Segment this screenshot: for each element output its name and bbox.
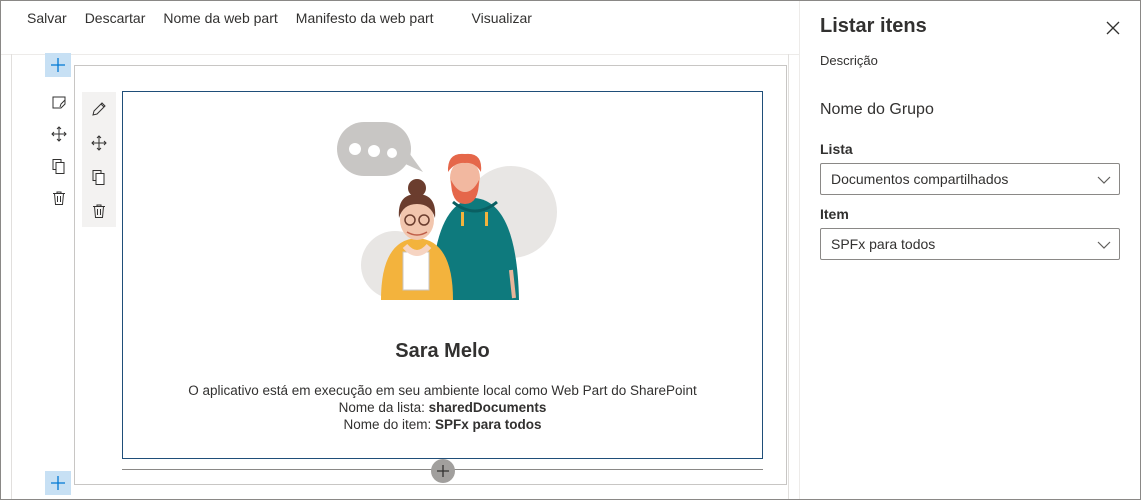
item-field-label: Item [820, 206, 849, 222]
move-icon [51, 126, 67, 142]
item-dropdown[interactable]: SPFx para todos [820, 228, 1120, 260]
move-section-button[interactable] [44, 118, 74, 150]
people-illustration [337, 122, 557, 300]
edit-section-button[interactable] [44, 86, 74, 118]
canvas-left-border [11, 54, 12, 499]
webpart-description: O aplicativo está em execução em seu amb… [123, 382, 762, 433]
webpart-list-line: Nome da lista: sharedDocuments [123, 399, 762, 416]
delete-icon [93, 204, 105, 218]
pane-description: Descrição [820, 53, 878, 68]
edit-webpart-button[interactable] [82, 92, 116, 126]
copy-webpart-button[interactable] [82, 160, 116, 194]
close-pane-button[interactable] [1102, 17, 1124, 39]
delete-section-button[interactable] [44, 182, 74, 214]
add-webpart-button[interactable] [431, 459, 455, 483]
toolbar-divider [1, 54, 799, 55]
chevron-down-icon [1097, 241, 1111, 249]
pencil-icon [92, 102, 106, 116]
edit-section-icon [52, 96, 66, 109]
webpart-manifest-button[interactable]: Manifesto da web part [287, 1, 443, 35]
section-toolbar [44, 86, 74, 214]
move-icon [91, 135, 107, 151]
chevron-down-icon [1097, 176, 1111, 184]
pane-title: Listar itens [820, 15, 927, 37]
delete-webpart-button[interactable] [82, 194, 116, 228]
item-name-value: SPFx para todos [435, 417, 542, 432]
list-name-label: Nome da lista: [338, 400, 429, 415]
discard-button[interactable]: Descartar [76, 1, 155, 35]
copy-section-button[interactable] [44, 150, 74, 182]
webpart-running-text: O aplicativo está em execução em seu amb… [188, 383, 697, 398]
item-name-label: Nome do item: [343, 417, 435, 432]
plus-icon [51, 476, 65, 490]
item-dropdown-value: SPFx para todos [831, 236, 936, 252]
move-webpart-button[interactable] [82, 126, 116, 160]
list-dropdown[interactable]: Documentos compartilhados [820, 163, 1120, 195]
webpart-name-button[interactable]: Nome da web part [154, 1, 286, 35]
add-section-bottom-button[interactable] [45, 471, 71, 495]
add-section-top-button[interactable] [45, 53, 71, 77]
copy-icon [52, 159, 65, 174]
list-field-label: Lista [820, 141, 853, 157]
delete-icon [53, 191, 65, 205]
close-icon [1106, 21, 1120, 35]
property-pane: Listar itens Descrição Nome do Grupo Lis… [799, 1, 1140, 499]
canvas-right-border [788, 54, 789, 499]
webpart-item-line: Nome do item: SPFx para todos [123, 416, 762, 433]
webpart-user-name: Sara Melo [395, 340, 490, 362]
pane-group-name: Nome do Grupo [820, 101, 934, 118]
list-dropdown-value: Documentos compartilhados [831, 171, 1009, 187]
top-toolbar: Salvar Descartar Nome da web part Manife… [1, 1, 799, 35]
list-name-value: sharedDocuments [428, 400, 547, 415]
save-button[interactable]: Salvar [1, 1, 76, 35]
copy-icon [92, 170, 105, 185]
preview-button[interactable]: Visualizar [463, 1, 541, 35]
plus-icon [51, 58, 65, 72]
webpart-container[interactable]: Sara Melo O aplicativo está em execução … [122, 91, 763, 459]
webpart-toolbar [82, 92, 116, 227]
plus-icon [437, 465, 449, 477]
